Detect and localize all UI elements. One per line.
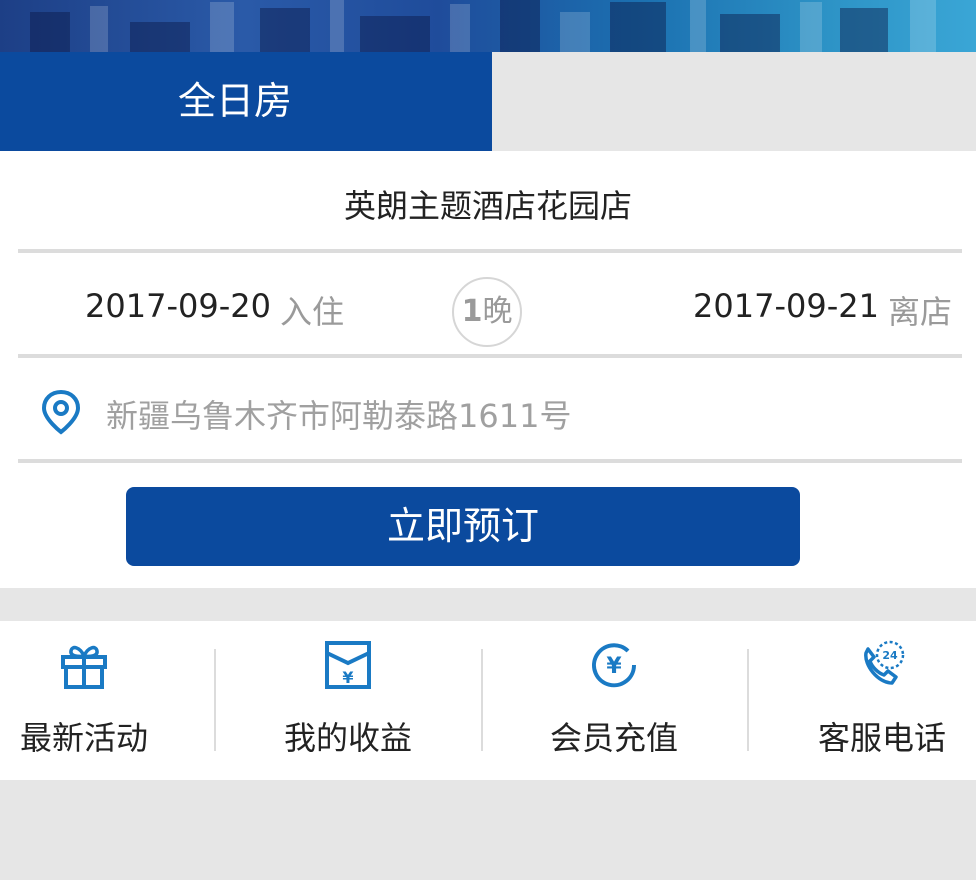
divider-line — [18, 354, 962, 358]
checkin-date[interactable]: 2017-09-20 — [85, 287, 271, 325]
nights-unit: 晚 — [482, 294, 513, 329]
menu-item-label: 会员充值 — [549, 719, 678, 757]
svg-text:¥: ¥ — [606, 654, 622, 679]
yen-coin-icon: ¥ — [592, 643, 637, 688]
menu-item-latest-activities[interactable]: 最新活动 — [0, 621, 206, 780]
divider-line — [18, 459, 962, 463]
header-banner-image — [0, 0, 976, 52]
divider-line — [18, 249, 962, 253]
stay-dates-row[interactable]: 2017-09-20 入住 1晚 2017-09-21 离店 — [0, 255, 976, 355]
tab-full-day-room[interactable]: 全日房 — [0, 52, 492, 151]
book-now-button[interactable]: 立即预订 — [126, 487, 800, 566]
phone-24h-icon: 24 — [864, 640, 905, 685]
hotel-name: 英朗主题酒店花园店 — [343, 187, 632, 225]
room-type-tabs: 全日房 — [0, 52, 976, 151]
menu-item-customer-service-phone[interactable]: 24 客服电话 — [760, 621, 976, 780]
menu-item-my-earnings[interactable]: ¥ 我的收益 — [226, 621, 470, 780]
menu-divider — [747, 649, 749, 751]
yen-envelope-icon: ¥ — [325, 641, 371, 689]
svg-text:¥: ¥ — [342, 668, 353, 687]
address-row[interactable]: 新疆乌鲁木齐市阿勒泰路1611号 — [0, 359, 976, 459]
nights-badge: 1晚 — [452, 277, 522, 347]
location-pin-icon — [41, 389, 81, 435]
checkout-date[interactable]: 2017-09-21 — [693, 287, 879, 325]
checkin-label: 入住 — [280, 293, 345, 331]
menu-item-label: 最新活动 — [19, 719, 148, 757]
menu-divider — [214, 649, 216, 751]
menu-item-label: 我的收益 — [283, 719, 412, 757]
checkout-label: 离店 — [888, 293, 953, 331]
svg-text:24: 24 — [882, 649, 898, 662]
menu-divider — [481, 649, 483, 751]
menu-item-label: 客服电话 — [817, 719, 946, 757]
menu-item-member-recharge[interactable]: ¥ 会员充值 — [492, 621, 736, 780]
hotel-address: 新疆乌鲁木齐市阿勒泰路1611号 — [106, 397, 572, 435]
nights-count: 1 — [461, 294, 483, 329]
quick-menu: 最新活动 ¥ 我的收益 ¥ 会员充值 24 客服电话 — [0, 621, 976, 780]
gift-icon — [61, 645, 107, 689]
booking-card: 英朗主题酒店花园店 2017-09-20 入住 1晚 2017-09-21 离店… — [0, 151, 976, 588]
